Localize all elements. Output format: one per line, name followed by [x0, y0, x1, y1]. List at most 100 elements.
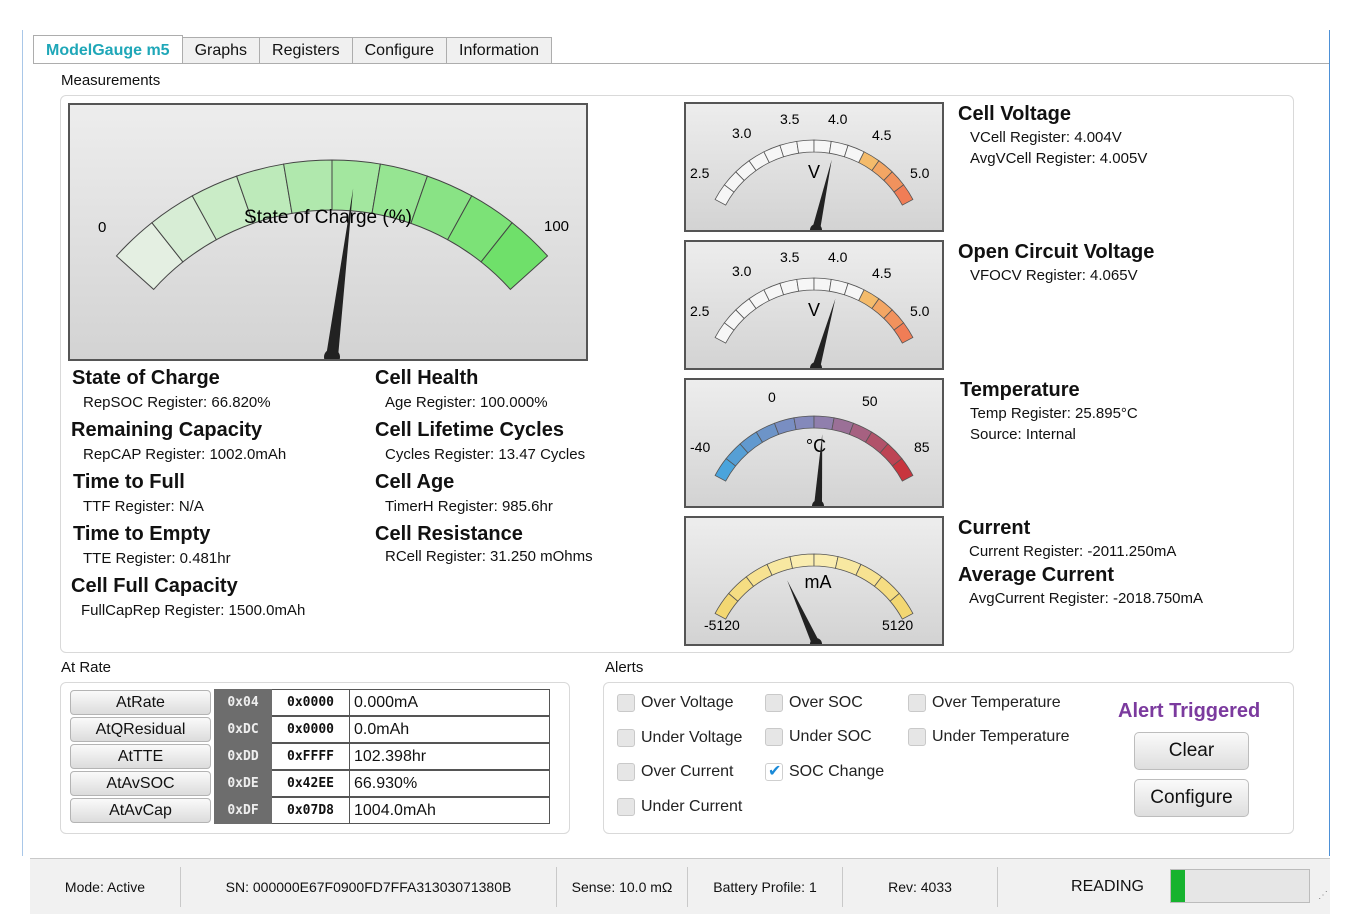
remaining-title: Remaining Capacity [71, 419, 263, 441]
checkbox-box[interactable] [908, 728, 926, 746]
over-current-checkbox[interactable]: Over Current [617, 763, 733, 781]
temp-detail: Temp Register: 25.895°C [970, 405, 1138, 422]
v1-tick-label: 5.0 [910, 165, 930, 181]
under-soc-checkbox[interactable]: Under SOC [765, 728, 872, 746]
atavcap-address: 0xDF [214, 797, 272, 824]
temp-source: Source: Internal [970, 426, 1076, 443]
checkbox-box[interactable] [765, 728, 783, 746]
soc-gauge-face: 0 100 State of Charge (%) [98, 159, 569, 359]
v1-tick-label: 4.5 [872, 127, 892, 143]
tab-modelgauge[interactable]: ModelGauge m5 [33, 35, 183, 64]
c1-segment [813, 553, 839, 569]
under-temperature-checkbox[interactable]: Under Temperature [908, 728, 1070, 746]
c1-unit-label: mA [805, 572, 832, 592]
health-title: Cell Health [375, 367, 479, 389]
v1-segment [813, 139, 832, 154]
at-rate-row: AtAvSOC 0xDE 0x42EE 66.930% [70, 770, 550, 797]
configure-alerts-button[interactable]: Configure [1134, 779, 1249, 817]
checkmark-icon[interactable] [765, 761, 783, 781]
atrate-value: 0.000mA [350, 689, 550, 716]
status-mode: Mode: Active [30, 867, 181, 907]
status-sense: Sense: 10.0 mΩ [557, 867, 688, 907]
atavsoc-hex: 0x42EE [272, 770, 350, 797]
v2-tick-label: 2.5 [690, 303, 710, 319]
soc-gauge-segment [283, 159, 333, 214]
atavcap-hex: 0x07D8 [272, 797, 350, 824]
t1-tick-label: 0 [768, 389, 776, 405]
tab-bar: ModelGauge m5 Graphs Registers Configure… [33, 35, 553, 64]
atqresidual-value: 0.0mAh [350, 716, 550, 743]
under-voltage-checkbox[interactable]: Under Voltage [617, 729, 742, 747]
soc-min-label: 0 [98, 219, 106, 236]
soc-gauge-label: State of Charge (%) [244, 207, 412, 228]
tte-detail: TTE Register: 0.481hr [83, 550, 231, 567]
over-temperature-checkbox[interactable]: Over Temperature [908, 694, 1061, 712]
c1-tick-label: -5120 [704, 617, 740, 633]
v2-tick-label: 3.5 [780, 249, 800, 265]
checkbox-box[interactable] [617, 694, 635, 712]
alert-triggered-label: Alert Triggered [1118, 700, 1261, 722]
soc-change-checkbox[interactable]: SOC Change [765, 761, 884, 781]
vcell-detail: VCell Register: 4.004V [970, 129, 1122, 146]
under-current-checkbox[interactable]: Under Current [617, 798, 742, 816]
atqresidual-button[interactable]: AtQResidual [70, 717, 211, 742]
tab-graphs[interactable]: Graphs [181, 37, 261, 64]
at-rate-row: AtAvCap 0xDF 0x07D8 1004.0mAh [70, 797, 550, 824]
atavsoc-button[interactable]: AtAvSOC [70, 771, 211, 796]
checkbox-box[interactable] [617, 798, 635, 816]
checkbox-box[interactable] [617, 729, 635, 747]
tab-information[interactable]: Information [446, 37, 553, 64]
atavcap-button[interactable]: AtAvCap [70, 798, 211, 823]
cycles-title: Cell Lifetime Cycles [375, 419, 564, 441]
resistance-detail: RCell Register: 31.250 mOhms [385, 548, 593, 565]
vcell-gauge: 2.5 3.0 3.5 4.0 4.5 5.0 V [684, 102, 944, 232]
remaining-detail: RepCAP Register: 1002.0mAh [83, 446, 287, 463]
at-rate-label: At Rate [61, 659, 112, 676]
current-title: Current [958, 517, 1031, 539]
atqresidual-address: 0xDC [214, 716, 272, 743]
avg-current-title: Average Current [958, 564, 1114, 586]
at-rate-row: AtQResidual 0xDC 0x0000 0.0mAh [70, 716, 550, 743]
atavsoc-address: 0xDE [214, 770, 272, 797]
t1-segment [813, 415, 835, 431]
soc-title: State of Charge [72, 367, 220, 389]
status-bar: Mode: Active SN: 000000E67F0900FD7FFA313… [30, 858, 1330, 914]
current-detail: Current Register: -2011.250mA [969, 543, 1177, 560]
v2-tick-label: 3.0 [732, 263, 752, 279]
status-rev: Rev: 4033 [843, 867, 998, 907]
atrate-button[interactable]: AtRate [70, 690, 211, 715]
measurements-label: Measurements [61, 72, 161, 89]
atrate-address: 0x04 [214, 689, 272, 716]
vfocv-detail: VFOCV Register: 4.065V [970, 267, 1138, 284]
t1-tick-label: -40 [690, 439, 710, 455]
tab-configure[interactable]: Configure [351, 37, 447, 64]
attte-address: 0xDD [214, 743, 272, 770]
v2-tick-label: 4.5 [872, 265, 892, 281]
reading-progress-bar [1170, 869, 1310, 903]
over-voltage-checkbox[interactable]: Over Voltage [617, 694, 734, 712]
ocv-title: Open Circuit Voltage [958, 241, 1155, 263]
age-detail: TimerH Register: 985.6hr [385, 498, 553, 515]
v1-segment [779, 140, 800, 158]
t1-unit-label: °C [806, 436, 826, 456]
v1-tick-label: 3.5 [780, 111, 800, 127]
attte-button[interactable]: AtTTE [70, 744, 211, 769]
checkbox-box[interactable] [908, 694, 926, 712]
tab-registers[interactable]: Registers [259, 37, 353, 64]
checkbox-box[interactable] [765, 694, 783, 712]
clear-button[interactable]: Clear [1134, 732, 1249, 770]
health-detail: Age Register: 100.000% [385, 394, 548, 411]
attte-value: 102.398hr [350, 743, 550, 770]
resize-grip-icon[interactable]: ⋰ [1318, 890, 1328, 901]
temperature-title: Temperature [960, 379, 1080, 401]
atqresidual-hex: 0x0000 [272, 716, 350, 743]
checkbox-box[interactable] [617, 763, 635, 781]
atavsoc-value: 66.930% [350, 770, 550, 797]
over-soc-checkbox[interactable]: Over SOC [765, 694, 863, 712]
avgvcell-detail: AvgVCell Register: 4.005V [970, 150, 1148, 167]
v1-tick-label: 3.0 [732, 125, 752, 141]
t1-tick-label: 85 [914, 439, 930, 455]
tte-title: Time to Empty [73, 523, 211, 545]
c1-tick-label: 5120 [882, 617, 913, 633]
v1-unit-label: V [808, 162, 820, 182]
